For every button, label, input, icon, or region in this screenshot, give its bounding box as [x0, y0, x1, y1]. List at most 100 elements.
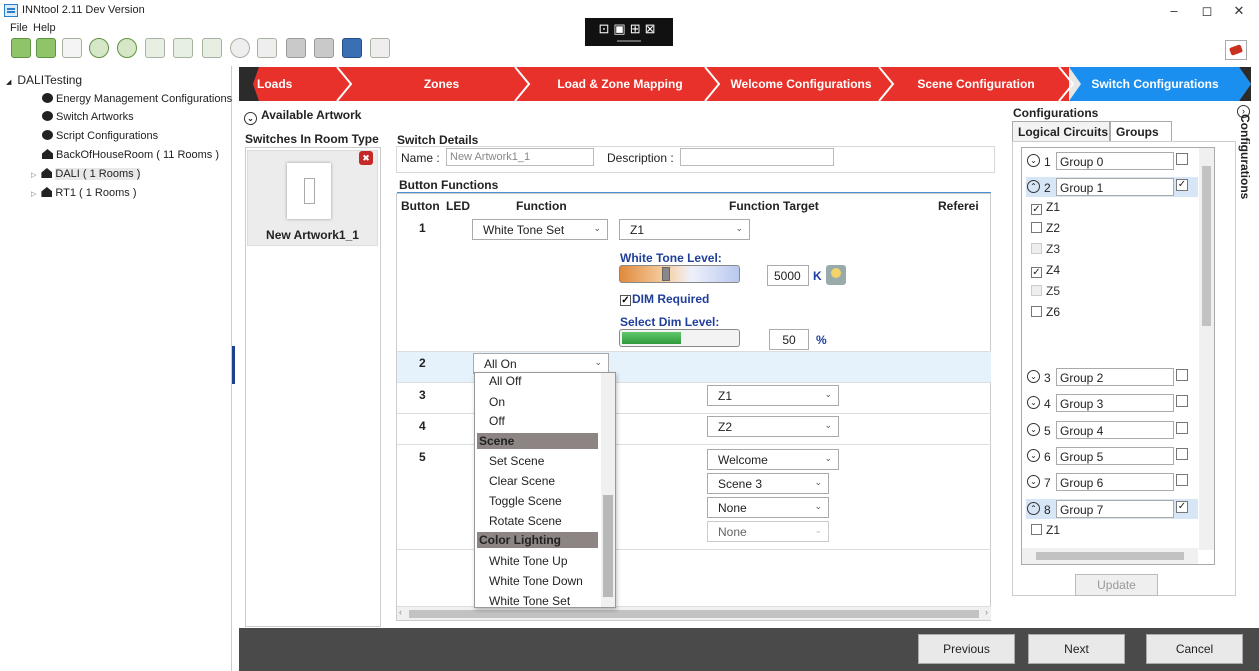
nav-switch-configurations[interactable]: Switch Configurations [1085, 67, 1225, 101]
description-input[interactable] [680, 148, 834, 166]
group-checkbox[interactable] [1176, 153, 1188, 165]
save-icon[interactable] [342, 38, 362, 58]
group-name-input[interactable]: Group 2 [1056, 368, 1174, 386]
antenna-icon[interactable] [145, 38, 165, 58]
delete-artwork-icon[interactable]: ✖ [359, 151, 373, 165]
tree-item-script[interactable]: Script Configurations [42, 130, 158, 142]
zone-checkbox-z1[interactable]: ✓ Z1 [1031, 200, 1060, 215]
next-button[interactable]: Next [1028, 634, 1125, 664]
tree-root[interactable]: ◢ DALITesting [6, 73, 82, 87]
nav-load-zone-mapping[interactable]: Load & Zone Mapping [534, 67, 706, 101]
splitter-handle[interactable] [232, 346, 235, 384]
chevron-down-icon[interactable]: ⌄ [1027, 449, 1040, 462]
chevron-down-icon[interactable]: ⌄ [1027, 154, 1040, 167]
white-tone-value[interactable]: 5000 [767, 265, 809, 286]
row-2-function-select[interactable]: All On ⌄ [473, 353, 609, 374]
zone-checkbox-z6[interactable]: Z6 [1031, 305, 1060, 319]
tree-item-backofhouse[interactable]: BackOfHouseRoom ( 11 Rooms ) [42, 149, 219, 161]
option-on[interactable]: On [489, 395, 505, 409]
grid-icon[interactable] [202, 38, 222, 58]
zone-checkbox-z2[interactable]: Z2 [1031, 221, 1060, 235]
chevron-down-icon[interactable]: ⌄ [1027, 396, 1040, 409]
row-3-target-select[interactable]: Z1 ⌄ [707, 385, 839, 406]
tab-groups[interactable]: Groups [1110, 121, 1172, 142]
chevron-down-icon[interactable]: ⌄ [1027, 423, 1040, 436]
row-1-function-select[interactable]: White Tone Set ⌄ [472, 219, 608, 240]
groups-vertical-scrollbar[interactable] [1199, 148, 1214, 550]
scroll-thumb[interactable] [603, 495, 613, 597]
group-checkbox[interactable]: ✓ [1176, 179, 1188, 191]
nav-scene-configuration[interactable]: Scene Configuration [896, 67, 1056, 101]
group-name-input[interactable]: Group 1 [1056, 178, 1174, 196]
group-checkbox[interactable] [1176, 422, 1188, 434]
group7-zone-checkbox-z1[interactable]: Z1 [1031, 523, 1060, 537]
group-row-7[interactable]: ⌃ 8 Group 7 ✓ [1026, 499, 1198, 519]
group-name-input[interactable]: Group 7 [1056, 500, 1174, 518]
option-white-tone-up[interactable]: White Tone Up [489, 554, 568, 568]
chevron-up-icon[interactable]: ⌃ [1027, 502, 1040, 515]
option-toggle-scene[interactable]: Toggle Scene [489, 494, 562, 508]
available-artwork-toggle[interactable]: ⌄ Available Artwork [244, 108, 361, 125]
configurations-vertical-label[interactable]: Configurations [1238, 114, 1252, 234]
group-name-input[interactable]: Group 3 [1056, 394, 1174, 412]
open-folder-icon[interactable] [36, 38, 56, 58]
row-5-target-select[interactable]: Welcome ⌄ [707, 449, 839, 470]
option-white-tone-set[interactable]: White Tone Set [489, 594, 570, 607]
report-icon[interactable] [370, 38, 390, 58]
expand-icon[interactable]: ▷ [31, 172, 36, 179]
group-checkbox[interactable] [1176, 395, 1188, 407]
tree-item-switch-artworks[interactable]: Switch Artworks [42, 111, 134, 123]
delete-file-icon[interactable] [62, 38, 82, 58]
chevron-down-icon[interactable]: ⌄ [1027, 370, 1040, 383]
target-icon[interactable] [230, 38, 250, 58]
scroll-thumb[interactable] [409, 610, 979, 618]
row-5-option-select[interactable]: None ⌄ [707, 497, 829, 518]
option-off[interactable]: Off [489, 414, 505, 428]
chevron-up-icon[interactable]: ⌃ [1027, 180, 1040, 193]
group-name-input[interactable]: Group 5 [1056, 447, 1174, 465]
remove-icon[interactable] [117, 38, 137, 58]
option-clear-scene[interactable]: Clear Scene [489, 474, 555, 488]
scroll-right-icon[interactable]: › [985, 607, 988, 617]
group-checkbox[interactable] [1176, 369, 1188, 381]
group-checkbox[interactable]: ✓ [1176, 501, 1188, 513]
cancel-button[interactable]: Cancel [1146, 634, 1243, 664]
group-name-input[interactable]: Group 6 [1056, 473, 1174, 491]
chevron-down-icon[interactable]: ⌄ [244, 112, 257, 125]
row-5-scene-select[interactable]: Scene 3 ⌄ [707, 473, 829, 494]
slider-thumb[interactable] [662, 267, 670, 281]
name-input[interactable]: New Artwork1_1 [446, 148, 594, 166]
expand-icon[interactable]: ◢ [6, 79, 11, 86]
add-icon[interactable] [89, 38, 109, 58]
group-name-input[interactable]: Group 4 [1056, 421, 1174, 439]
groups-horizontal-scrollbar[interactable] [1022, 548, 1198, 564]
option-white-tone-down[interactable]: White Tone Down [489, 574, 583, 588]
document-icon[interactable] [173, 38, 193, 58]
option-rotate-scene[interactable]: Rotate Scene [489, 514, 562, 528]
tree-item-rt1[interactable]: ▷ RT1 ( 1 Rooms ) [31, 187, 136, 199]
import-icon[interactable] [286, 38, 306, 58]
dim-required-checkbox[interactable]: ✓ DIM Required [620, 292, 709, 306]
option-set-scene[interactable]: Set Scene [489, 454, 544, 468]
tree-item-energy[interactable]: Energy Management Configurations [42, 93, 232, 105]
menu-help[interactable]: Help [33, 22, 56, 34]
ruby-icon[interactable] [1225, 40, 1247, 60]
floating-control-bar[interactable]: ⊡▣⊞⊠ [585, 18, 673, 46]
group-name-input[interactable]: Group 0 [1056, 152, 1174, 170]
previous-button[interactable]: Previous [918, 634, 1015, 664]
export-icon[interactable] [314, 38, 334, 58]
scroll-thumb[interactable] [1036, 552, 1184, 560]
chevron-down-icon[interactable]: ⌄ [1027, 475, 1040, 488]
new-icon[interactable] [11, 38, 31, 58]
tab-logical-circuits[interactable]: Logical Circuits [1012, 121, 1110, 141]
row-1-target-select[interactable]: Z1 ⌄ [619, 219, 750, 240]
white-tone-slider[interactable] [619, 265, 740, 283]
scroll-left-icon[interactable]: ‹ [399, 607, 402, 617]
group-row-1[interactable]: ⌃ 2 Group 1 ✓ [1026, 177, 1198, 197]
nav-loads[interactable]: Loads [249, 67, 309, 101]
dropdown-scrollbar[interactable] [601, 373, 615, 607]
expand-icon[interactable]: ▷ [31, 191, 36, 198]
link-icon[interactable] [257, 38, 277, 58]
dim-level-value[interactable]: 50 [769, 329, 809, 350]
dim-level-slider[interactable] [619, 329, 740, 347]
